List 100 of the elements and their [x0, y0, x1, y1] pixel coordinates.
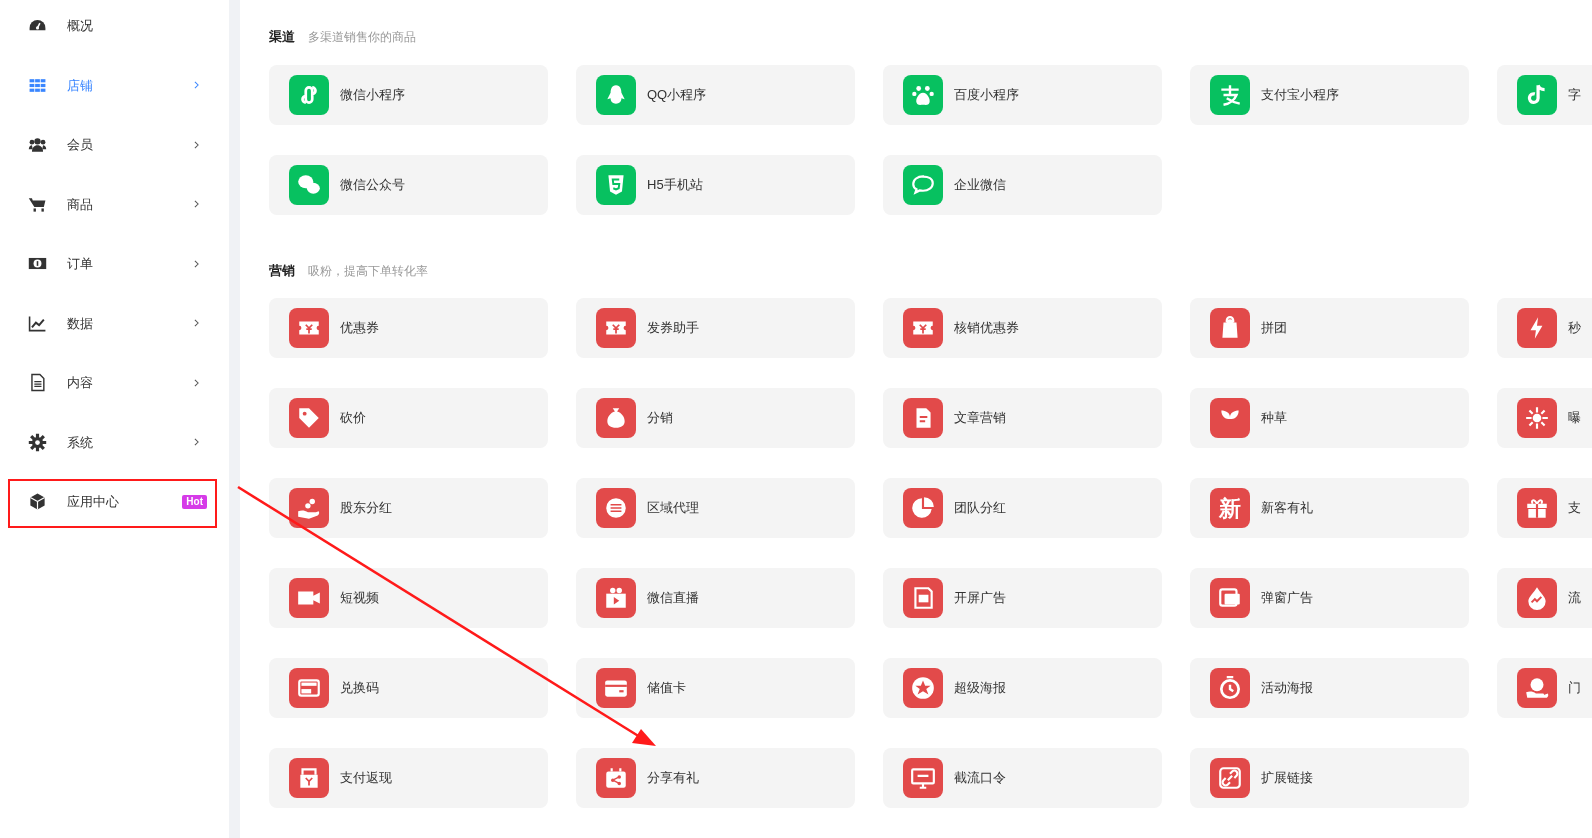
app-label: 分销	[647, 409, 673, 428]
popup-icon	[1210, 578, 1250, 618]
app-tile[interactable]: 开屏广告	[883, 568, 1162, 628]
link-icon	[1210, 758, 1250, 798]
ticket-icon	[903, 308, 943, 348]
sidebar-label: 系统	[67, 433, 94, 452]
app-label: QQ小程序	[647, 85, 707, 104]
app-label: 拼团	[1261, 319, 1287, 338]
app-label: 支付宝小程序	[1261, 85, 1339, 104]
app-tile[interactable]: 支	[1497, 478, 1592, 538]
app-label: H5手机站	[647, 175, 703, 194]
star-badge-icon	[903, 668, 943, 708]
coin-icon	[596, 488, 636, 528]
sidebar-item[interactable]: 会员	[0, 115, 229, 175]
screen-icon	[903, 578, 943, 618]
app-tile[interactable]: 企业微信	[883, 154, 1162, 215]
sidebar-label: 数据	[67, 314, 94, 333]
app-tile[interactable]: 短视频	[269, 568, 548, 628]
music-note-icon	[1517, 74, 1557, 115]
line-chart-icon	[28, 313, 47, 333]
app-label: 文章营销	[954, 409, 1006, 428]
app-tile[interactable]: 字	[1497, 64, 1592, 125]
sidebar-item[interactable]: 店铺	[0, 55, 229, 115]
app-label: 核销优惠券	[954, 319, 1019, 338]
app-tile[interactable]: 门	[1497, 658, 1592, 718]
app-tile[interactable]: 兑换码	[269, 658, 548, 718]
app-tile[interactable]: QQ小程序	[576, 64, 855, 125]
app-tile[interactable]: 种草	[1190, 388, 1469, 448]
sidebar-item[interactable]: 系统	[0, 412, 229, 472]
app-tile[interactable]: 储值卡	[576, 658, 855, 718]
app-label: 企业微信	[954, 175, 1006, 194]
chat-bubbles-icon	[289, 164, 329, 205]
app-tile[interactable]: 微信小程序	[269, 64, 548, 125]
shield-icon	[596, 164, 636, 205]
app-icon: 新	[1210, 488, 1250, 528]
app-tile[interactable]: 活动海报	[1190, 658, 1469, 718]
bag-icon	[1210, 308, 1250, 348]
app-label: 流	[1568, 589, 1581, 608]
app-label: 百度小程序	[954, 85, 1019, 104]
app-tile[interactable]: 支付返现	[269, 748, 548, 808]
app-tile[interactable]: 支付宝小程序	[1190, 64, 1469, 125]
app-tile[interactable]: 区域代理	[576, 478, 855, 538]
app-tile[interactable]: 团队分红	[883, 478, 1162, 538]
ticket-icon	[289, 308, 329, 348]
app-tile[interactable]: 超级海报	[883, 658, 1162, 718]
app-tile[interactable]: 扩展链接	[1190, 748, 1469, 808]
sidebar-item[interactable]: 应用中心 Hot	[0, 472, 229, 532]
app-tile[interactable]: 截流口令	[883, 748, 1162, 808]
app-tile[interactable]: H5手机站	[576, 154, 855, 215]
app-tile[interactable]: 弹窗广告	[1190, 568, 1469, 628]
app-tile[interactable]: 文章营销	[883, 388, 1162, 448]
app-tile[interactable]: 曝	[1497, 388, 1592, 448]
sidebar-label: 内容	[67, 374, 94, 392]
sidebar-item[interactable]: 订单	[0, 234, 229, 294]
document-icon	[903, 398, 943, 438]
video-camera-icon	[289, 578, 329, 618]
app-label: 字	[1568, 85, 1581, 104]
timer-icon	[1210, 668, 1250, 708]
section-title: 渠道	[269, 28, 295, 46]
sidebar-item[interactable]: 数据	[0, 293, 229, 353]
sun-icon	[1517, 398, 1557, 438]
app-tile[interactable]: 微信直播	[576, 568, 855, 628]
sidebar-label: 商品	[67, 195, 94, 214]
share-icon	[596, 758, 636, 798]
app-label: 曝	[1568, 409, 1581, 428]
penguin-icon	[596, 74, 636, 115]
sidebar-item[interactable]: 商品	[0, 174, 229, 234]
monitor-icon	[903, 758, 943, 798]
app-label: 股东分红	[340, 499, 392, 518]
hand-coin-icon	[1517, 668, 1557, 708]
app-tile[interactable]: 拼团	[1190, 298, 1469, 358]
app-tile[interactable]: 核销优惠券	[883, 298, 1162, 358]
app-tile[interactable]: 股东分红	[269, 478, 548, 538]
app-tile[interactable]: 百度小程序	[883, 64, 1162, 125]
link-icon	[289, 74, 329, 115]
cash-box-icon	[289, 758, 329, 798]
wallet-icon	[596, 668, 636, 708]
app-tile[interactable]: 秒	[1497, 298, 1592, 358]
gift-icon	[1517, 488, 1557, 528]
app-tile[interactable]: 分享有礼	[576, 748, 855, 808]
app-label: 门	[1568, 679, 1581, 698]
section-subtitle: 吸粉，提高下单转化率	[308, 262, 428, 280]
app-label: 种草	[1261, 409, 1287, 428]
sidebar-item[interactable]: 概况	[0, 0, 229, 56]
app-label: 支	[1568, 499, 1581, 518]
app-tile[interactable]: 优惠券	[269, 298, 548, 358]
app-tile[interactable]: 分销	[576, 388, 855, 448]
app-label: 砍价	[340, 409, 366, 428]
app-tile[interactable]: 流	[1497, 568, 1592, 628]
app-tile[interactable]: 微信公众号	[269, 154, 548, 215]
ticket-icon	[596, 308, 636, 348]
app-tile[interactable]: 发券助手	[576, 298, 855, 358]
sidebar-item[interactable]: 内容	[0, 353, 229, 413]
app-label: 区域代理	[647, 499, 699, 518]
settings-icon	[28, 432, 47, 452]
sidebar-label: 店铺	[67, 76, 94, 95]
app-tile[interactable]: 新 新客有礼	[1190, 478, 1469, 538]
app-label: 团队分红	[954, 499, 1006, 518]
section-title: 营销	[269, 261, 295, 280]
app-tile[interactable]: 砍价	[269, 388, 548, 448]
